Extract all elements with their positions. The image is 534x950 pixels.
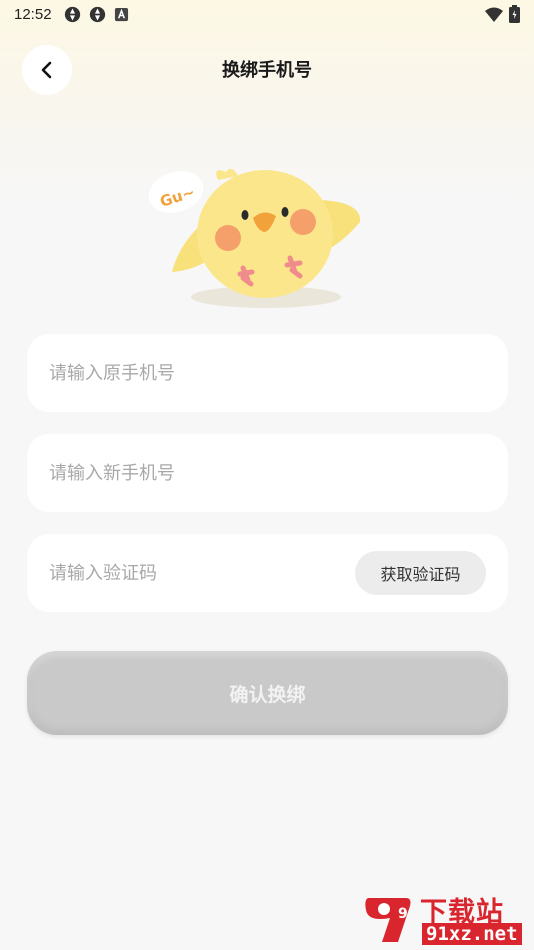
a-notification-icon	[114, 7, 128, 21]
page-title: 换绑手机号	[222, 60, 312, 81]
watermark-url: 91xz.net	[422, 923, 522, 945]
old-phone-field[interactable]	[27, 334, 508, 412]
status-bar: 12:52	[0, 0, 534, 28]
status-time: 12:52	[14, 5, 52, 23]
sync-icon	[89, 6, 105, 22]
get-code-button[interactable]: 获取验证码	[355, 551, 486, 595]
wifi-icon	[485, 7, 503, 22]
confirm-rebind-button[interactable]: 确认换绑	[27, 651, 508, 735]
new-phone-input[interactable]	[49, 462, 349, 484]
verification-code-field[interactable]: 获取验证码	[27, 534, 508, 612]
chick-mascot-illustration: Gu~	[148, 168, 361, 308]
svg-text:9: 9	[398, 906, 408, 922]
old-phone-input[interactable]	[49, 362, 349, 384]
sync-icon	[64, 6, 80, 22]
verification-code-input[interactable]	[49, 562, 309, 584]
status-system-icons	[485, 5, 520, 23]
site-watermark: 9 下载站 91xz.net	[358, 890, 530, 948]
battery-icon	[509, 5, 520, 23]
status-notification-icons	[64, 6, 129, 23]
watermark-logo: 9	[365, 898, 411, 942]
new-phone-field[interactable]	[27, 434, 508, 512]
